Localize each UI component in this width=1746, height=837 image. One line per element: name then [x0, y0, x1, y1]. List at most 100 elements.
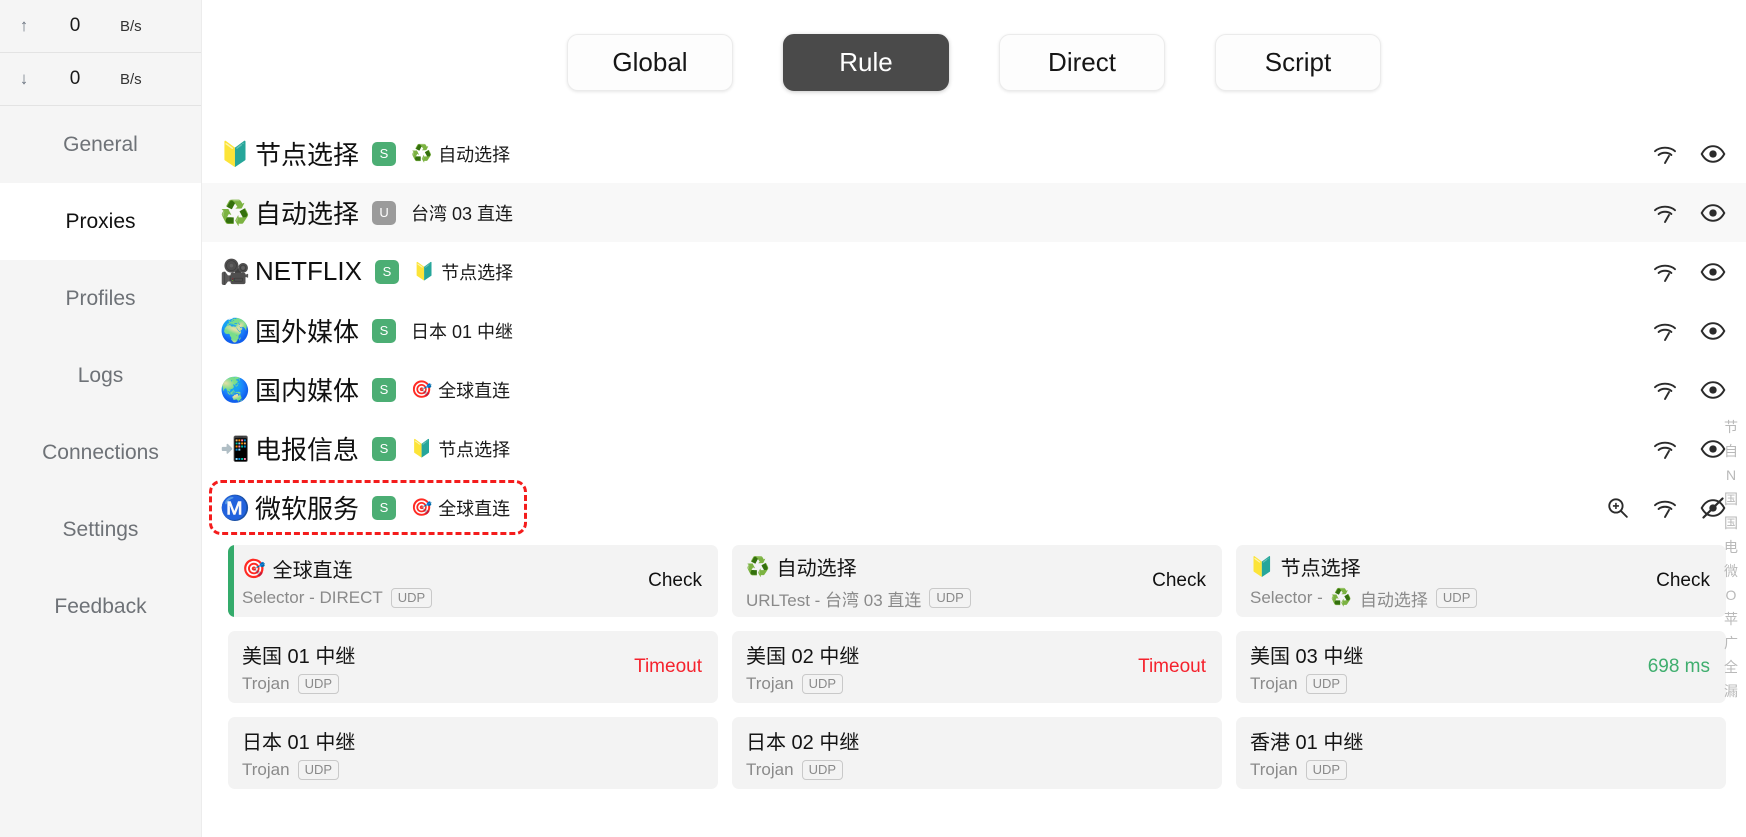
sidebar-item-profiles[interactable]: Profiles [0, 260, 201, 337]
download-value: 0 [69, 68, 81, 89]
proxy-node-card[interactable]: 香港 01 中继 Trojan UDP [1236, 717, 1726, 789]
beginner-badge-icon: 🔰 [1250, 555, 1274, 578]
mode-button-global[interactable]: Global [567, 33, 733, 91]
node-type: Trojan [746, 760, 794, 779]
sidebar-item-label: Proxies [65, 209, 136, 233]
mode-label: Direct [1048, 46, 1116, 77]
rail-item[interactable]: 自 [1724, 444, 1738, 458]
target-icon: 🎯 [411, 379, 433, 400]
udp-tag: UDP [1305, 759, 1348, 781]
eye-visible-icon[interactable] [1700, 377, 1726, 403]
locate-current-icon[interactable] [1604, 495, 1630, 521]
rail-item[interactable]: 广 [1724, 636, 1738, 650]
speed-test-icon[interactable] [1652, 436, 1678, 462]
proxy-node-card[interactable]: 美国 01 中继 Trojan UDP Timeout [228, 631, 718, 703]
group-name: 自动选择 [255, 199, 360, 229]
node-body: 美国 02 中继 Trojan UDP [746, 640, 1126, 695]
sidebar-item-feedback[interactable]: Feedback [0, 568, 201, 645]
proxy-node-grid: 🎯 全球直连 Selector - DIRECT UDP Check ♻️ 自动… [202, 537, 1746, 789]
speed-test-icon[interactable] [1652, 377, 1678, 403]
proxy-node-card[interactable]: ♻️ 自动选择 URLTest - 台湾 03 直连 UDP Check [732, 545, 1222, 617]
group-type-badge: S [372, 436, 397, 461]
node-body: 🎯 全球直连 Selector - DIRECT UDP [242, 554, 636, 609]
group-quick-jump-rail[interactable]: 节 自 N 国 国 电 微 O 苹 广 全 漏 [1718, 420, 1744, 698]
proxy-node-card[interactable]: 日本 01 中继 Trojan UDP [228, 717, 718, 789]
rail-item[interactable]: 电 [1724, 540, 1738, 554]
speed-test-icon[interactable] [1652, 495, 1678, 521]
group-selected-label: 节点选择 [441, 262, 514, 283]
proxy-group-row[interactable]: 📲 电报信息 S 🔰 节点选择 [202, 419, 1746, 478]
proxy-scroll-area[interactable]: 🔰 节点选择 S ♻️ 自动选择 ♻️ 自动选择 U 台湾 03 直连 🎥 NE… [202, 124, 1746, 837]
sidebar-item-logs[interactable]: Logs [0, 337, 201, 414]
mode-button-direct[interactable]: Direct [999, 33, 1165, 91]
proxy-group-row[interactable]: 🎥 NETFLIX S 🔰 节点选择 [202, 242, 1746, 301]
traffic-stats: ↑ 0 B/s ↓ 0 B/s [0, 0, 201, 106]
recycle-icon: ♻️ [220, 198, 250, 227]
group-selected: 日本 01 中继 [411, 318, 513, 344]
node-type: Trojan [1250, 760, 1298, 779]
node-title: 日本 02 中继 [746, 726, 1194, 755]
node-title: ♻️ 自动选择 [746, 552, 1140, 581]
sidebar-item-settings[interactable]: Settings [0, 491, 201, 568]
node-name: 全球直连 [272, 559, 353, 582]
sidebar-item-proxies[interactable]: Proxies [0, 183, 201, 260]
node-type-value: 自动选择 [1359, 590, 1428, 610]
proxy-node-card[interactable]: 美国 03 中继 Trojan UDP 698 ms [1236, 631, 1726, 703]
selection-highlight-box: Ⓜ️ 微软服务 S 🎯 全球直连 [209, 480, 528, 535]
group-left: Ⓜ️ 微软服务 S 🎯 全球直连 [220, 489, 510, 526]
node-latency-status[interactable]: Timeout [634, 656, 702, 678]
proxy-node-card[interactable]: 美国 02 中继 Trojan UDP Timeout [732, 631, 1222, 703]
udp-tag: UDP [297, 673, 340, 695]
proxy-group-row[interactable]: ♻️ 自动选择 U 台湾 03 直连 [202, 183, 1746, 242]
udp-tag: UDP [801, 673, 844, 695]
proxy-group-row[interactable]: 🌏 国内媒体 S 🎯 全球直连 [202, 360, 1746, 419]
node-latency-check[interactable]: Check [1656, 570, 1710, 592]
speed-test-icon[interactable] [1652, 200, 1678, 226]
mode-button-rule[interactable]: Rule [783, 33, 949, 91]
speed-test-icon[interactable] [1652, 259, 1678, 285]
rail-item[interactable]: 国 [1724, 492, 1738, 506]
mobile-phone-arrow-icon: 📲 [220, 434, 250, 463]
mode-button-script[interactable]: Script [1215, 33, 1381, 91]
rail-item[interactable]: 苹 [1724, 612, 1738, 626]
rail-item[interactable]: O [1726, 588, 1737, 602]
rail-item[interactable]: 节 [1724, 420, 1738, 434]
node-title: 🎯 全球直连 [242, 554, 636, 583]
rail-item[interactable]: 国 [1724, 516, 1738, 530]
proxy-node-card[interactable]: 日本 02 中继 Trojan UDP [732, 717, 1222, 789]
node-body: 美国 01 中继 Trojan UDP [242, 640, 622, 695]
udp-tag: UDP [1435, 587, 1478, 609]
group-left: 🎥 NETFLIX S 🔰 节点选择 [220, 256, 513, 287]
node-latency-check[interactable]: Check [648, 570, 702, 592]
node-latency-status[interactable]: Timeout [1138, 656, 1206, 678]
node-type: Trojan [1250, 674, 1298, 693]
rail-item[interactable]: N [1726, 468, 1736, 482]
proxy-node-card[interactable]: 🔰 节点选择 Selector - ♻️ 自动选择 UDP Check [1236, 545, 1726, 617]
proxy-group-row[interactable]: 🔰 节点选择 S ♻️ 自动选择 [202, 124, 1746, 183]
eye-visible-icon[interactable] [1700, 141, 1726, 167]
proxy-group-row-selected[interactable]: Ⓜ️ 微软服务 S 🎯 全球直连 [202, 478, 1746, 537]
node-name: 日本 01 中继 [242, 731, 356, 754]
sidebar-item-general[interactable]: General [0, 106, 201, 183]
eye-visible-icon[interactable] [1700, 200, 1726, 226]
rail-item[interactable]: 漏 [1724, 684, 1738, 698]
mode-label: Rule [839, 46, 893, 77]
node-title: 美国 02 中继 [746, 640, 1126, 669]
speed-test-icon[interactable] [1652, 318, 1678, 344]
rail-item[interactable]: 微 [1724, 564, 1738, 578]
speed-test-icon[interactable] [1652, 141, 1678, 167]
eye-visible-icon[interactable] [1700, 259, 1726, 285]
sidebar-item-connections[interactable]: Connections [0, 414, 201, 491]
node-type: Trojan [242, 674, 290, 693]
node-subtitle: Trojan UDP [746, 759, 1194, 781]
group-type-badge: S [372, 141, 397, 166]
group-left: 📲 电报信息 S 🔰 节点选择 [220, 430, 510, 467]
rail-item[interactable]: 全 [1724, 660, 1738, 674]
proxy-group-row[interactable]: 🌍 国外媒体 S 日本 01 中继 [202, 301, 1746, 360]
node-latency-status[interactable]: 698 ms [1648, 656, 1710, 678]
eye-visible-icon[interactable] [1700, 318, 1726, 344]
beginner-badge-icon: 🔰 [413, 261, 436, 282]
proxy-node-card[interactable]: 🎯 全球直连 Selector - DIRECT UDP Check [228, 545, 718, 617]
node-subtitle: URLTest - 台湾 03 直连 UDP [746, 586, 1140, 611]
node-latency-check[interactable]: Check [1152, 570, 1206, 592]
